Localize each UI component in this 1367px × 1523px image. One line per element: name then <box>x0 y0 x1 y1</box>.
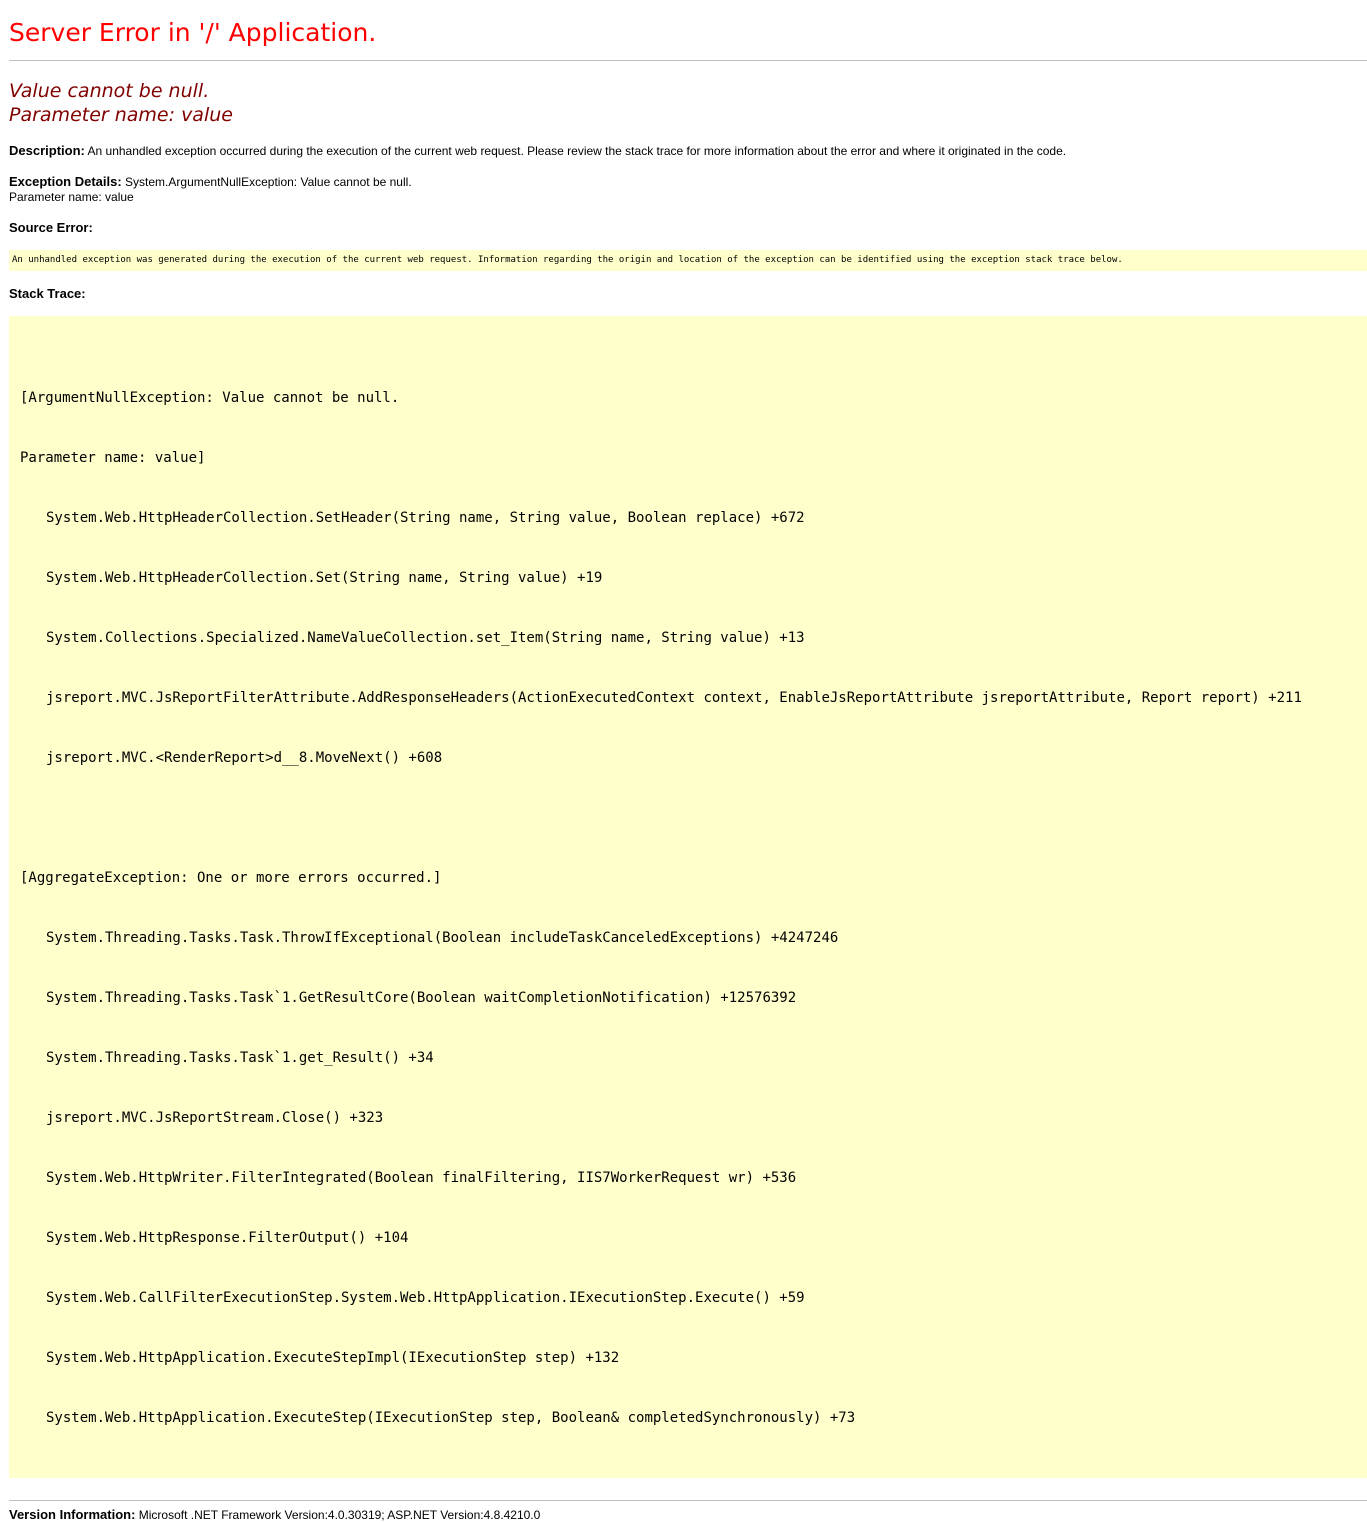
source-error-box: An unhandled exception was generated dur… <box>9 250 1367 271</box>
error-message: Value cannot be null. Parameter name: va… <box>9 79 1367 127</box>
title-divider <box>9 60 1367 61</box>
error-page: Server Error in '/' Application. Value c… <box>0 0 1367 1523</box>
description-label: Description: <box>9 143 85 158</box>
description: Description: An unhandled exception occu… <box>9 143 1367 159</box>
stack-frame: System.Web.HttpApplication.ExecuteStepIm… <box>46 1350 620 1366</box>
stack-frame: System.Collections.Specialized.NameValue… <box>46 630 805 646</box>
stack-frame: System.Web.HttpHeaderCollection.Set(Stri… <box>46 570 603 586</box>
source-error-heading: Source Error: <box>9 220 1367 236</box>
error-message-line-1: Value cannot be null. <box>9 80 210 102</box>
error-message-line-2: Parameter name: value <box>9 104 233 126</box>
stack-trace-heading: Stack Trace: <box>9 286 1367 302</box>
exception-details-text: System.ArgumentNullException: Value cann… <box>125 175 412 189</box>
description-text: An unhandled exception occurred during t… <box>87 144 1067 158</box>
exception-details: Exception Details: System.ArgumentNullEx… <box>9 174 1367 205</box>
stack-frame: System.Web.HttpApplication.ExecuteStep(I… <box>46 1410 856 1426</box>
stack-exception-header: [ArgumentNullException: Value cannot be … <box>20 390 400 406</box>
stack-frame: jsreport.MVC.<RenderReport>d__8.MoveNext… <box>46 750 443 766</box>
source-error-text: An unhandled exception was generated dur… <box>12 255 1123 265</box>
exception-details-label: Exception Details: <box>9 174 122 189</box>
stack-frame: System.Web.HttpHeaderCollection.SetHeade… <box>46 510 805 526</box>
page-title: Server Error in '/' Application. <box>9 18 377 47</box>
stack-frame: System.Threading.Tasks.Task.ThrowIfExcep… <box>46 930 839 946</box>
stack-exception-header: [AggregateException: One or more errors … <box>20 870 442 886</box>
stack-trace-label: Stack Trace: <box>9 286 86 301</box>
stack-frame: jsreport.MVC.JsReportFilterAttribute.Add… <box>46 690 1302 706</box>
exception-details-param: Parameter name: value <box>9 190 134 204</box>
stack-frame: System.Web.HttpWriter.FilterIntegrated(B… <box>46 1170 797 1186</box>
stack-trace-box: [ArgumentNullException: Value cannot be … <box>9 316 1367 1478</box>
stack-frame: System.Threading.Tasks.Task`1.get_Result… <box>46 1050 434 1066</box>
source-error-label: Source Error: <box>9 220 93 235</box>
version-label: Version Information: <box>9 1507 136 1522</box>
stack-exception-header: Parameter name: value] <box>20 450 206 466</box>
footer-divider <box>9 1500 1367 1501</box>
version-text: Microsoft .NET Framework Version:4.0.303… <box>138 1508 541 1522</box>
stack-frame: System.Web.HttpResponse.FilterOutput() +… <box>46 1230 409 1246</box>
version-information: Version Information: Microsoft .NET Fram… <box>9 1507 1367 1523</box>
stack-frame: System.Threading.Tasks.Task`1.GetResultC… <box>46 990 797 1006</box>
stack-frame: jsreport.MVC.JsReportStream.Close() +323 <box>46 1110 384 1126</box>
stack-frame: System.Web.CallFilterExecutionStep.Syste… <box>46 1290 805 1306</box>
stack-spacer <box>20 808 1367 828</box>
